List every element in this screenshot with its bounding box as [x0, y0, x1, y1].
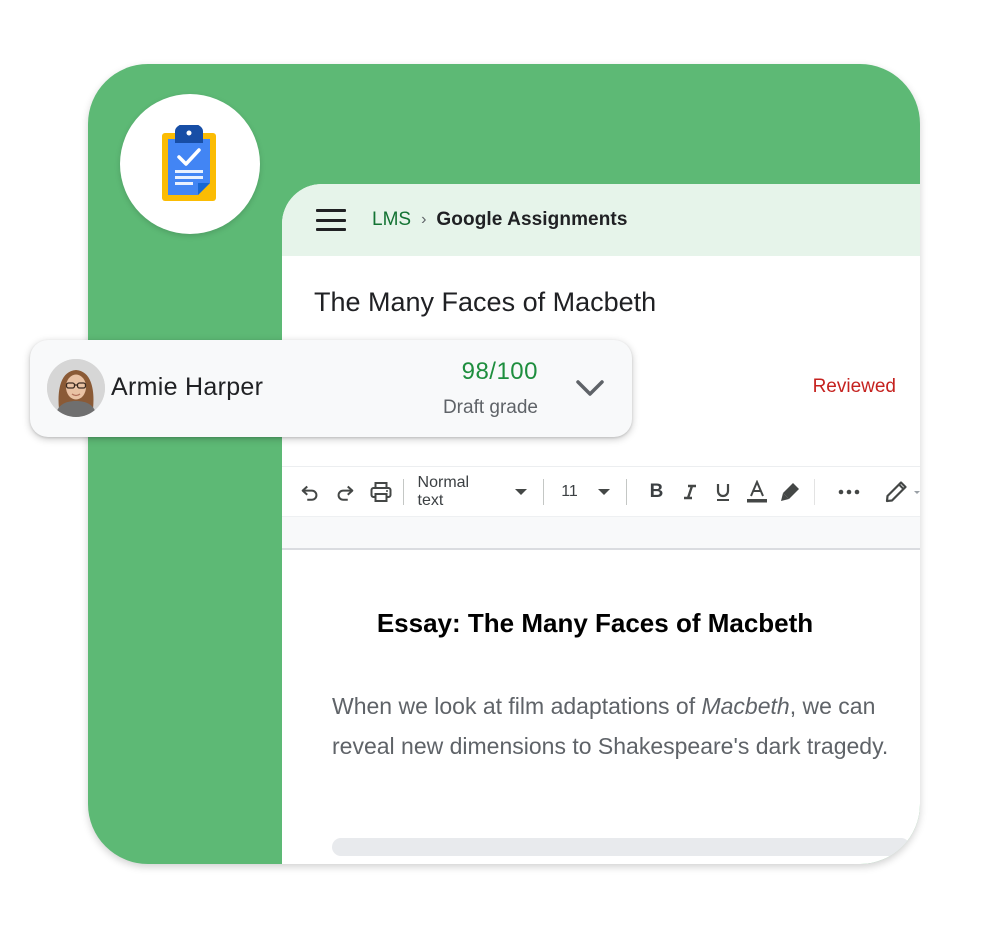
- underline-icon[interactable]: [710, 477, 737, 507]
- redo-icon[interactable]: [334, 477, 358, 507]
- font-size-value: 11: [561, 483, 578, 500]
- pencil-dropdown-caret-icon[interactable]: [914, 490, 920, 494]
- paragraph-style-value: Normal text: [417, 474, 470, 509]
- font-size-select[interactable]: 11: [561, 483, 610, 501]
- highlighter-icon[interactable]: [777, 477, 804, 507]
- hamburger-menu-icon[interactable]: [316, 209, 346, 231]
- toolbar-divider: [402, 479, 404, 505]
- undo-icon[interactable]: [298, 477, 322, 507]
- breadcrumb-lms-link[interactable]: LMS: [372, 209, 411, 231]
- paragraph-style-select[interactable]: Normal text: [418, 474, 528, 510]
- assignment-panel: LMS › Google Assignments The Many Faces …: [282, 184, 920, 864]
- student-name: Armie Harper: [111, 373, 264, 401]
- ruler-band: [282, 516, 920, 550]
- app-logo: [120, 94, 260, 234]
- more-horizontal-icon[interactable]: [835, 477, 862, 507]
- app-header: LMS › Google Assignments: [282, 184, 920, 256]
- caret-down-icon: [597, 489, 610, 495]
- toolbar-divider: [625, 479, 627, 505]
- paragraph-text: When we look at film adaptations of: [332, 693, 702, 719]
- grade-value[interactable]: 98/100: [462, 358, 538, 386]
- status-badge: Reviewed: [812, 376, 896, 397]
- editor-toolbar: Normal text 11 B: [282, 466, 920, 517]
- grade-label: Draft grade: [442, 397, 538, 418]
- student-grade-card[interactable]: Armie Harper 98/100 Draft grade: [30, 340, 632, 437]
- breadcrumb-current: Google Assignments: [436, 209, 628, 230]
- text-color-icon[interactable]: [743, 477, 770, 507]
- avatar: [47, 359, 105, 417]
- clipboard-check-icon: [162, 125, 216, 201]
- bold-icon[interactable]: B: [643, 477, 670, 507]
- pencil-icon[interactable]: [883, 477, 910, 507]
- paragraph-italic-text: Macbeth: [701, 693, 790, 719]
- caret-down-icon: [515, 489, 528, 495]
- essay-paragraph: When we look at film adaptations of Macb…: [332, 686, 910, 766]
- assignment-title: The Many Faces of Macbeth: [314, 287, 657, 317]
- toolbar-divider: [543, 479, 545, 505]
- toolbar-divider: [814, 479, 816, 505]
- print-icon[interactable]: [367, 477, 394, 507]
- placeholder-line: [332, 838, 910, 856]
- breadcrumb-separator-icon: ›: [421, 211, 427, 228]
- essay-heading: Essay: The Many Faces of Macbeth: [376, 608, 814, 638]
- italic-icon[interactable]: [676, 477, 703, 507]
- chevron-down-icon[interactable]: [574, 374, 606, 402]
